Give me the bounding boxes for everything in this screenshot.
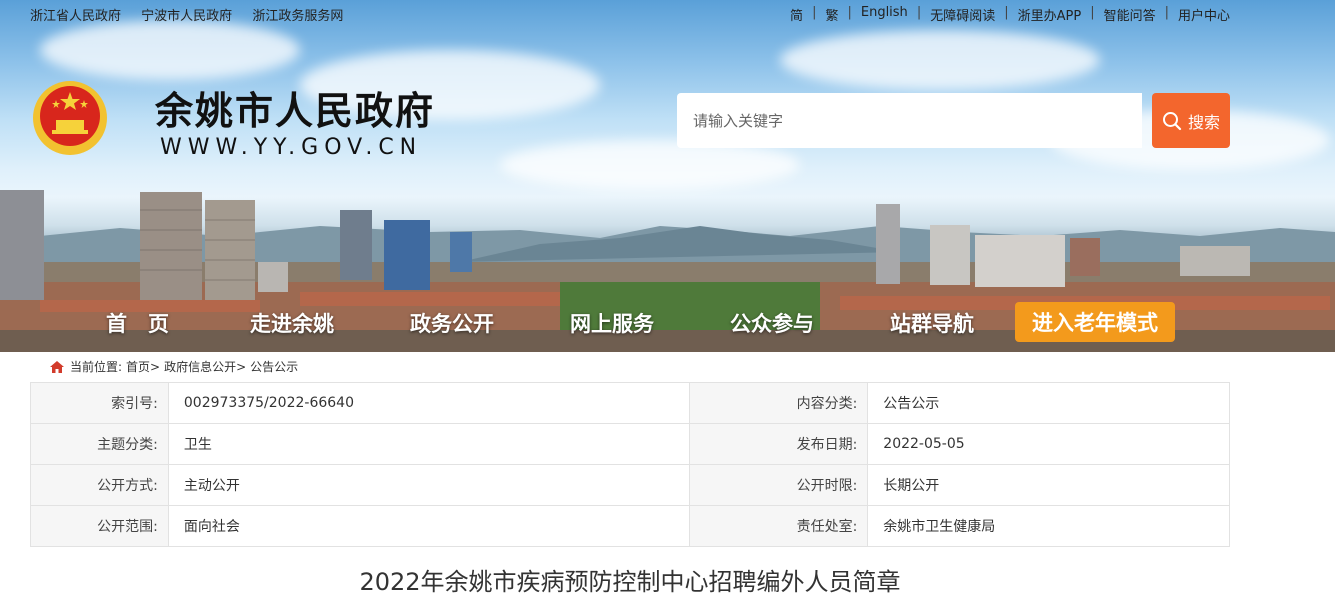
- publish-date-label: 发布日期:: [689, 423, 869, 465]
- divider: |: [1004, 5, 1009, 20]
- responsible-office-value: 余姚市卫生健康局: [867, 505, 1230, 547]
- nav-home[interactable]: 首 页: [106, 308, 169, 338]
- breadcrumb-home[interactable]: 首页>: [126, 358, 160, 375]
- link-simplified[interactable]: 简: [790, 5, 803, 24]
- article-title: 2022年余姚市疾病预防控制中心招聘编外人员简章: [359, 568, 901, 596]
- divider: |: [812, 5, 817, 20]
- search-input[interactable]: 请输入关键字: [677, 93, 1142, 148]
- disclosure-period-label: 公开时限:: [689, 464, 869, 506]
- nav-online-service[interactable]: 网上服务: [570, 308, 654, 338]
- disclosure-scope-label: 公开范围:: [30, 505, 169, 547]
- link-smart-qa[interactable]: 智能问答: [1104, 5, 1156, 24]
- content-category-value: 公告公示: [867, 382, 1230, 424]
- site-title: 余姚市人民政府: [155, 89, 436, 133]
- top-links-left: 浙江省人民政府 宁波市人民政府 浙江政务服务网: [30, 5, 359, 24]
- search-button-label: 搜索: [1187, 112, 1220, 132]
- elder-mode-button[interactable]: 进入老年模式: [1015, 302, 1175, 342]
- link-zhejiang-gov[interactable]: 浙江省人民政府: [30, 9, 121, 24]
- breadcrumb-label: 当前位置:: [70, 360, 123, 374]
- table-row: 主题分类: 卫生 发布日期: 2022-05-05: [30, 423, 1230, 465]
- divider: |: [916, 5, 922, 20]
- publish-date-value: 2022-05-05: [867, 423, 1230, 465]
- link-zheliban-app[interactable]: 浙里办APP: [1018, 5, 1082, 24]
- link-user-center[interactable]: 用户中心: [1178, 5, 1230, 24]
- table-row: 公开范围: 面向社会 责任处室: 余姚市卫生健康局: [30, 505, 1230, 547]
- breadcrumb-announcements[interactable]: 公告公示: [250, 358, 298, 375]
- responsible-office-label: 责任处室:: [689, 505, 869, 547]
- topic-category-label: 主题分类:: [30, 423, 169, 465]
- divider: |: [847, 5, 852, 20]
- breadcrumb-gov-info[interactable]: 政府信息公开>: [164, 358, 246, 375]
- link-traditional[interactable]: 繁: [825, 5, 838, 24]
- search-icon: [1162, 111, 1182, 130]
- nav-public-participation[interactable]: 公众参与: [730, 308, 814, 338]
- disclosure-scope-value: 面向社会: [167, 505, 691, 547]
- link-ningbo-gov[interactable]: 宁波市人民政府: [141, 9, 232, 24]
- nav-site-group[interactable]: 站群导航: [890, 308, 974, 338]
- link-accessibility[interactable]: 无障碍阅读: [930, 5, 995, 24]
- site-url: WWW.YY.GOV.CN: [160, 135, 423, 160]
- disclosure-method-label: 公开方式:: [30, 464, 169, 506]
- home-icon: [50, 360, 64, 373]
- search-button[interactable]: 搜索: [1152, 93, 1230, 148]
- nav-gov-affairs[interactable]: 政务公开: [410, 308, 494, 338]
- national-emblem-icon: [33, 81, 107, 155]
- breadcrumb: 当前位置: 首页> 政府信息公开> 公告公示: [50, 358, 298, 375]
- divider: |: [1164, 5, 1169, 20]
- index-number-value: 002973375/2022-66640: [167, 382, 691, 424]
- disclosure-method-value: 主动公开: [167, 464, 691, 506]
- document-info-table: 索引号: 002973375/2022-66640 内容分类: 公告公示 主题分…: [30, 382, 1230, 547]
- header-banner: 浙江省人民政府 宁波市人民政府 浙江政务服务网 简 | 繁 | English …: [0, 0, 1335, 352]
- disclosure-period-value: 长期公开: [867, 464, 1230, 506]
- content-category-label: 内容分类:: [689, 382, 869, 424]
- topic-category-value: 卫生: [167, 423, 691, 465]
- link-zhejiang-service[interactable]: 浙江政务服务网: [252, 9, 343, 24]
- city-skyline-illustration: [0, 190, 1335, 352]
- link-english[interactable]: English: [861, 5, 908, 24]
- index-number-label: 索引号:: [30, 382, 169, 424]
- top-links-right: 简 | 繁 | English | 无障碍阅读 | 浙里办APP | 智能问答 …: [790, 5, 1230, 24]
- nav-about-yuyao[interactable]: 走进余姚: [250, 308, 334, 338]
- table-row: 索引号: 002973375/2022-66640 内容分类: 公告公示: [30, 382, 1230, 424]
- table-row: 公开方式: 主动公开 公开时限: 长期公开: [30, 464, 1230, 506]
- divider: |: [1090, 5, 1095, 20]
